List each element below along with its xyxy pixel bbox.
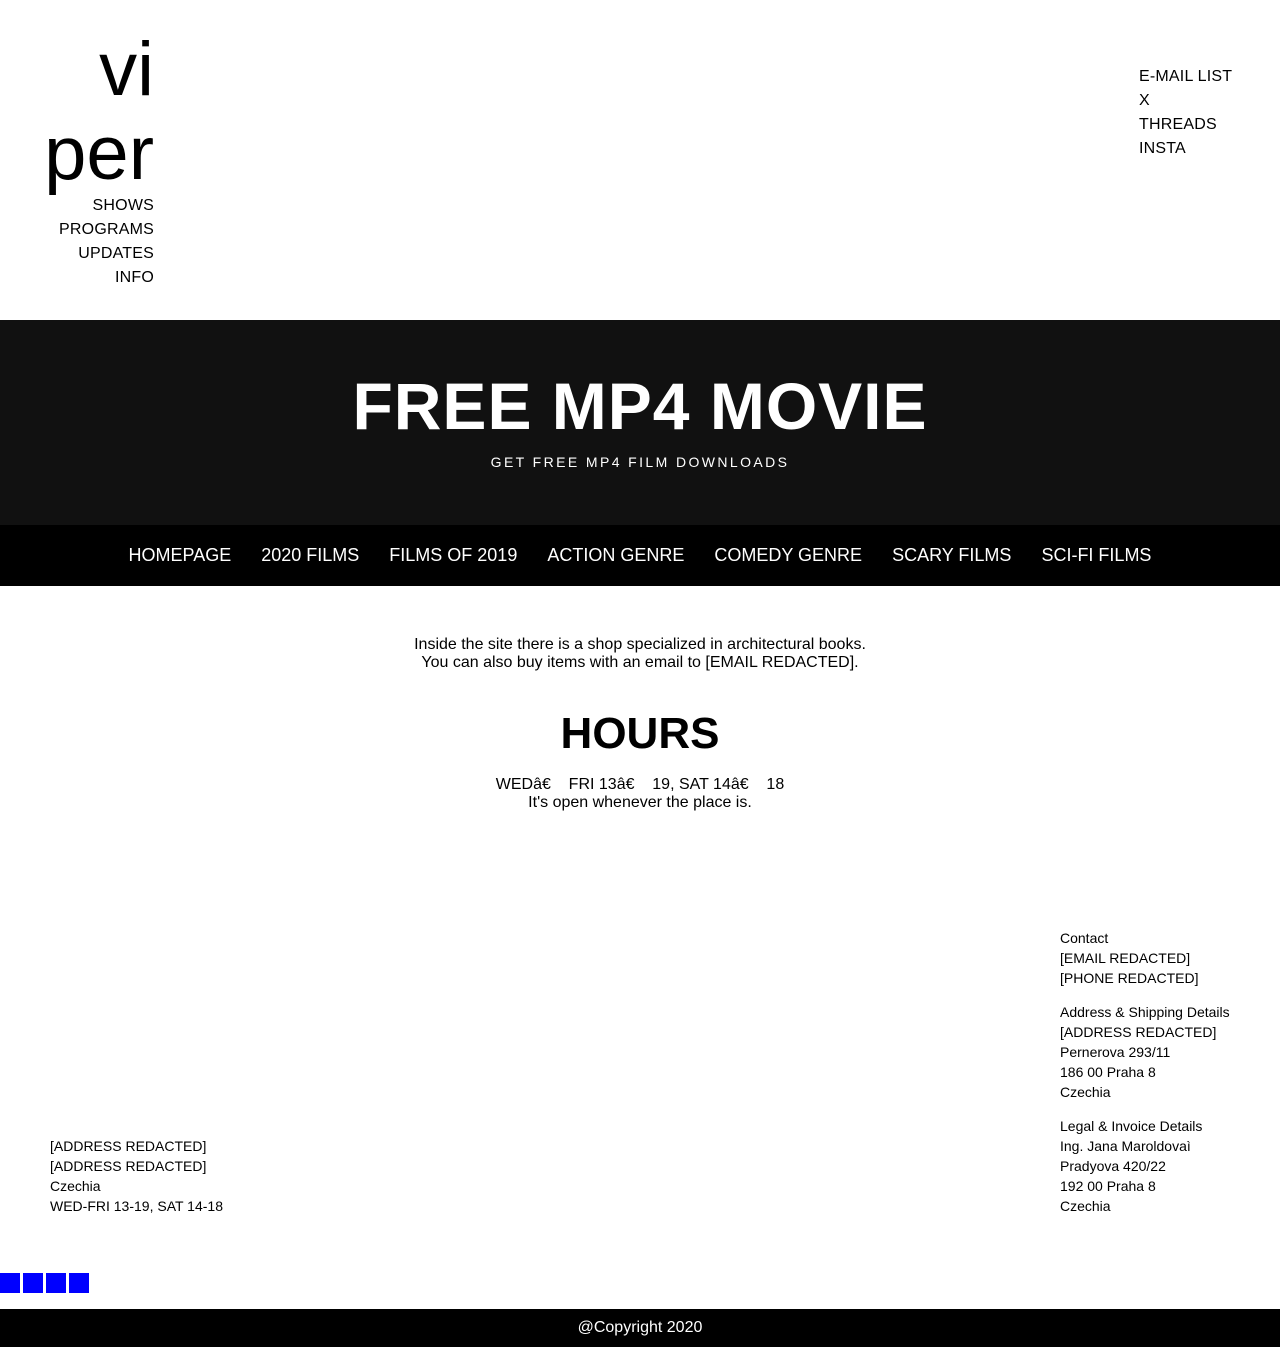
legal-line: Pradyova 420/22: [1060, 1158, 1166, 1174]
contact-heading: Contact: [1060, 930, 1109, 946]
footer-location-line: WED-FRI 13-19, SAT 14-18: [50, 1198, 223, 1214]
accent-square: [46, 1273, 66, 1293]
accent-square: [69, 1273, 89, 1293]
category-menu: HOMEPAGE 2020 FILMS FILMS OF 2019 ACTION…: [0, 525, 1280, 586]
address-heading: Address & Shipping Details: [1060, 1004, 1230, 1020]
address-line: Czechia: [1060, 1084, 1111, 1100]
footer-location-line: [ADDRESS REDACTED]: [50, 1138, 207, 1154]
footer-location-line: Czechia: [50, 1178, 101, 1194]
copyright-bar: @Copyright 2020: [0, 1309, 1280, 1347]
intro-line-1: Inside the site there is a shop speciali…: [414, 636, 866, 653]
copyright-text: @Copyright 2020: [577, 1319, 703, 1336]
hero-subtitle: GET FREE MP4 FILM DOWNLOADS: [490, 454, 790, 470]
social-link-x[interactable]: X: [1139, 89, 1232, 113]
social-link-email-list[interactable]: E-MAIL LIST: [1139, 65, 1232, 89]
hours-text: WEDâ€ FRI 13â€ 19, SAT 14â€ 18 It's open…: [0, 776, 1280, 812]
contact-phone[interactable]: [PHONE REDACTED]: [1060, 968, 1230, 988]
site-header: vi per SHOWS PROGRAMS UPDATES INFO E-MAI…: [0, 0, 1280, 320]
address-line: Pernerova 293/11: [1060, 1044, 1171, 1060]
menu-item-2020-films[interactable]: 2020 FILMS: [246, 545, 374, 566]
legal-line: Czechia: [1060, 1198, 1111, 1214]
nav-link-programs[interactable]: PROGRAMS: [59, 218, 154, 242]
primary-nav: SHOWS PROGRAMS UPDATES INFO: [59, 194, 154, 290]
hours-line-1: WEDâ€ FRI 13â€ 19, SAT 14â€ 18: [495, 776, 785, 793]
contact-email[interactable]: [EMAIL REDACTED]: [1060, 948, 1230, 968]
accent-squares: [0, 1273, 89, 1293]
site-logo[interactable]: vi per: [44, 28, 154, 196]
menu-item-homepage[interactable]: HOMEPAGE: [114, 545, 247, 566]
footer-details: Contact [EMAIL REDACTED] [PHONE REDACTED…: [1060, 928, 1230, 1230]
menu-item-films-of-2019[interactable]: FILMS OF 2019: [374, 545, 532, 566]
menu-item-comedy-genre[interactable]: COMEDY GENRE: [699, 545, 877, 566]
menu-item-action-genre[interactable]: ACTION GENRE: [532, 545, 699, 566]
hero-title: FREE MP4 MOVIE: [352, 369, 928, 443]
menu-item-sci-fi-films[interactable]: SCI-FI FILMS: [1026, 545, 1166, 566]
address-line: 186 00 Praha 8: [1060, 1064, 1156, 1080]
legal-line: 192 00 Praha 8: [1060, 1178, 1156, 1194]
social-link-threads[interactable]: THREADS: [1139, 113, 1232, 137]
accent-square: [23, 1273, 43, 1293]
footer-location-line: [ADDRESS REDACTED]: [50, 1158, 207, 1174]
nav-link-shows[interactable]: SHOWS: [59, 194, 154, 218]
legal-block: Legal & Invoice Details Ing. Jana Marold…: [1060, 1116, 1230, 1216]
hours-line-2: It's open whenever the place is.: [528, 794, 752, 811]
legal-line: Ing. Jana Maroldovaì: [1060, 1138, 1191, 1154]
address-line: [ADDRESS REDACTED]: [1060, 1024, 1217, 1040]
social-link-insta[interactable]: INSTA: [1139, 137, 1232, 161]
hours-heading: HOURS: [560, 709, 720, 758]
intro-line-2: You can also buy items with an email to …: [421, 654, 859, 671]
hero-banner: FREE MP4 MOVIE GET FREE MP4 FILM DOWNLOA…: [0, 320, 1280, 525]
address-block: Address & Shipping Details [ADDRESS REDA…: [1060, 1002, 1230, 1102]
contact-block: Contact [EMAIL REDACTED] [PHONE REDACTED…: [1060, 928, 1230, 988]
legal-heading: Legal & Invoice Details: [1060, 1118, 1203, 1134]
menu-item-scary-films[interactable]: SCARY FILMS: [877, 545, 1026, 566]
logo-line-2: per: [44, 111, 154, 196]
accent-square: [0, 1273, 20, 1293]
nav-link-info[interactable]: INFO: [59, 266, 154, 290]
social-nav: E-MAIL LIST X THREADS INSTA: [1139, 65, 1232, 161]
footer-location: [ADDRESS REDACTED] [ADDRESS REDACTED] Cz…: [50, 1136, 223, 1216]
logo-line-1: vi: [99, 27, 154, 112]
intro-text: Inside the site there is a shop speciali…: [0, 636, 1280, 672]
nav-link-updates[interactable]: UPDATES: [59, 242, 154, 266]
